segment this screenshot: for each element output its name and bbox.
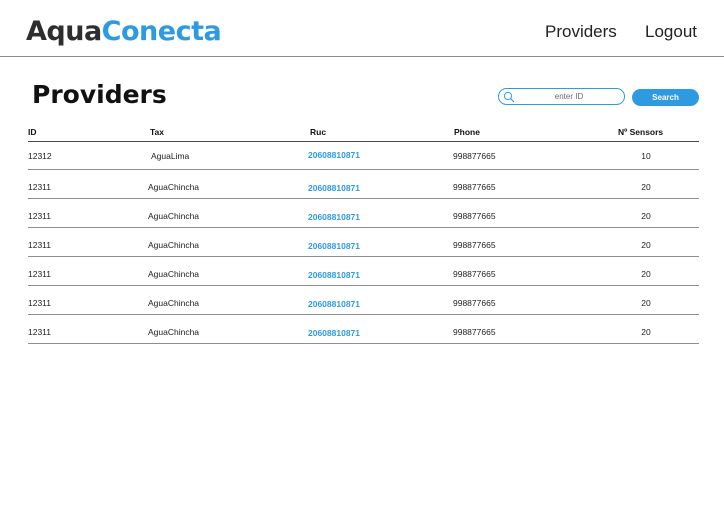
cell-id: 12311 xyxy=(28,298,52,308)
top-navbar: AquaConecta Providers Logout xyxy=(0,0,724,57)
search-icon xyxy=(503,91,515,103)
cell-sensors: 20 xyxy=(641,182,651,192)
cell-ruc-link[interactable]: 20608810871 xyxy=(308,212,360,222)
logo-text-conecta: Conecta xyxy=(101,16,222,47)
cell-phone: 998877665 xyxy=(453,240,496,250)
cell-ruc-link[interactable]: 20608810871 xyxy=(308,183,360,193)
cell-sensors: 20 xyxy=(641,298,651,308)
cell-phone: 998877665 xyxy=(453,298,496,308)
table-row[interactable]: 12311 AguaChincha 20608810871 998877665 … xyxy=(28,315,699,344)
table-row[interactable]: 12311 AguaChincha 20608810871 998877665 … xyxy=(28,228,699,257)
providers-table: ID Tax Ruc Phone Nº Sensors 12312 AguaLi… xyxy=(28,126,699,344)
cell-tax: AguaChincha xyxy=(148,327,200,337)
app-logo[interactable]: AquaConecta xyxy=(26,14,222,50)
cell-id: 12311 xyxy=(28,240,52,250)
cell-ruc-link[interactable]: 20608810871 xyxy=(308,328,360,338)
cell-id: 12311 xyxy=(28,269,52,279)
cell-id: 12311 xyxy=(28,182,52,192)
logo-text-aqua: Aqua xyxy=(26,16,102,47)
cell-tax: AguaChincha xyxy=(148,298,200,308)
cell-tax: AguaLima xyxy=(151,151,190,161)
table-row[interactable]: 12311 AguaChincha 20608810871 998877665 … xyxy=(28,286,699,315)
column-header-tax[interactable]: Tax xyxy=(150,127,164,137)
cell-id: 12312 xyxy=(28,151,52,161)
cell-id: 12311 xyxy=(28,211,52,221)
column-header-phone[interactable]: Phone xyxy=(454,127,480,137)
cell-tax: AguaChincha xyxy=(148,211,200,221)
cell-phone: 998877665 xyxy=(453,269,496,279)
column-header-sensors[interactable]: Nº Sensors xyxy=(618,127,663,137)
search-box[interactable] xyxy=(498,88,625,105)
cell-sensors: 20 xyxy=(641,327,651,337)
page-title: Providers xyxy=(32,80,167,109)
cell-id: 12311 xyxy=(28,327,52,337)
cell-sensors: 10 xyxy=(641,151,651,161)
search-input[interactable] xyxy=(517,89,621,104)
table-row[interactable]: 12311 AguaChincha 20608810871 998877665 … xyxy=(28,257,699,286)
cell-ruc-link[interactable]: 20608810871 xyxy=(308,241,360,251)
cell-sensors: 20 xyxy=(641,211,651,221)
cell-phone: 998877665 xyxy=(453,211,496,221)
cell-ruc-link[interactable]: 20608810871 xyxy=(308,150,360,160)
column-header-ruc[interactable]: Ruc xyxy=(310,127,326,137)
table-row[interactable]: 12312 AguaLima 20608810871 998877665 10 xyxy=(28,142,699,170)
search-button[interactable]: Search xyxy=(632,89,699,106)
cell-phone: 998877665 xyxy=(453,327,496,337)
nav-link-providers[interactable]: Providers xyxy=(545,22,617,42)
cell-phone: 998877665 xyxy=(453,182,496,192)
cell-tax: AguaChincha xyxy=(148,182,200,192)
column-header-id[interactable]: ID xyxy=(28,127,37,137)
cell-sensors: 20 xyxy=(641,240,651,250)
nav-link-logout[interactable]: Logout xyxy=(645,22,697,42)
cell-sensors: 20 xyxy=(641,269,651,279)
cell-tax: AguaChincha xyxy=(148,240,200,250)
cell-ruc-link[interactable]: 20608810871 xyxy=(308,299,360,309)
table-row[interactable]: 12311 AguaChincha 20608810871 998877665 … xyxy=(28,199,699,228)
cell-phone: 998877665 xyxy=(453,151,496,161)
table-header: ID Tax Ruc Phone Nº Sensors xyxy=(28,126,699,142)
table-row[interactable]: 12311 AguaChincha 20608810871 998877665 … xyxy=(28,170,699,199)
cell-ruc-link[interactable]: 20608810871 xyxy=(308,270,360,280)
cell-tax: AguaChincha xyxy=(148,269,200,279)
